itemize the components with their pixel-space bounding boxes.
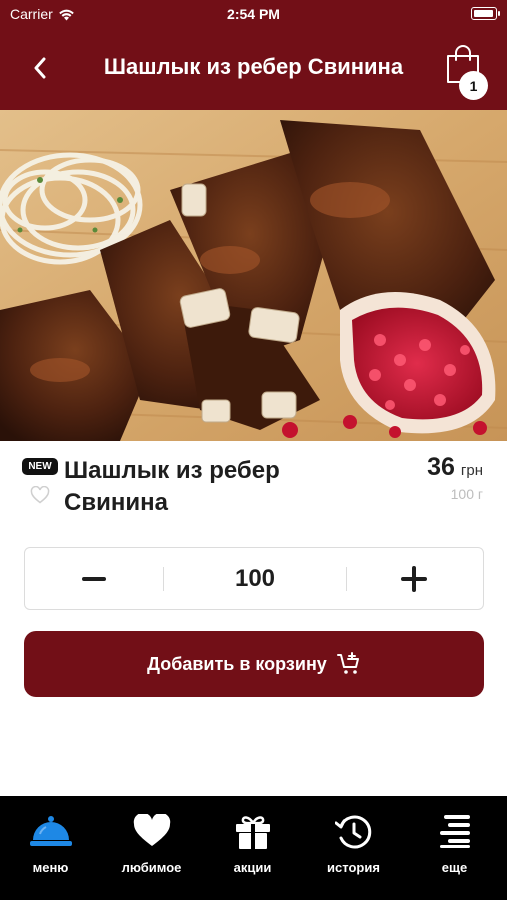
gift-icon [235,816,270,849]
history-clock-icon [334,815,371,849]
product-image [0,110,507,441]
plus-icon [401,565,427,592]
price-currency: грн [460,462,483,479]
tab-favorites[interactable]: любимое [101,796,202,900]
add-to-cart-label: Добавить в корзину [147,653,327,674]
decrease-button[interactable] [25,548,163,609]
tab-label: акции [233,860,272,875]
minus-icon [82,576,106,581]
tab-history[interactable]: история [303,796,404,900]
cart-button[interactable]: 1 [445,44,489,100]
tab-label: любимое [121,860,182,875]
product-info: NEW Шашлык из ребер Свинина 36 грн 100 г [0,441,507,541]
back-button[interactable] [26,52,54,84]
favorite-button[interactable] [30,485,50,504]
page-title: Шашлык из ребер Свинина [103,54,404,79]
grilled-ribs-illustration [0,110,507,441]
product-weight: 100 г [450,486,483,502]
price-amount: 36 [427,453,455,481]
cart-plus-icon [336,652,359,674]
tab-promotions[interactable]: акции [202,796,303,900]
cart-count-badge: 1 [459,71,488,100]
tab-label: еще [441,860,468,875]
quantity-stepper: 100 [24,547,484,610]
status-time: 2:54 PM [227,6,280,22]
increase-button[interactable] [345,548,483,609]
new-badge: NEW [22,458,58,475]
tab-label: история [327,860,380,875]
add-to-cart-button[interactable]: Добавить в корзину [24,631,484,697]
tab-bar: меню любимое акции история еще [0,796,507,900]
more-lines-icon [439,815,470,848]
battery-level [473,9,493,17]
battery-icon [471,7,500,20]
tab-label: меню [32,860,69,875]
cloche-icon [29,816,72,846]
product-name: Шашлык из ребер Свинина [64,457,280,516]
quantity-value: 100 [234,564,276,592]
tab-menu[interactable]: меню [0,796,101,900]
heart-outline-icon [30,485,50,504]
navigation-bar: Шашлык из ребер Свинина 1 [0,28,507,110]
product-price: 36 грн [427,453,483,482]
tab-more[interactable]: еще [404,796,505,900]
status-bar: Carrier 2:54 PM [0,0,507,28]
chevron-left-icon [34,57,46,79]
heart-icon [133,814,170,846]
